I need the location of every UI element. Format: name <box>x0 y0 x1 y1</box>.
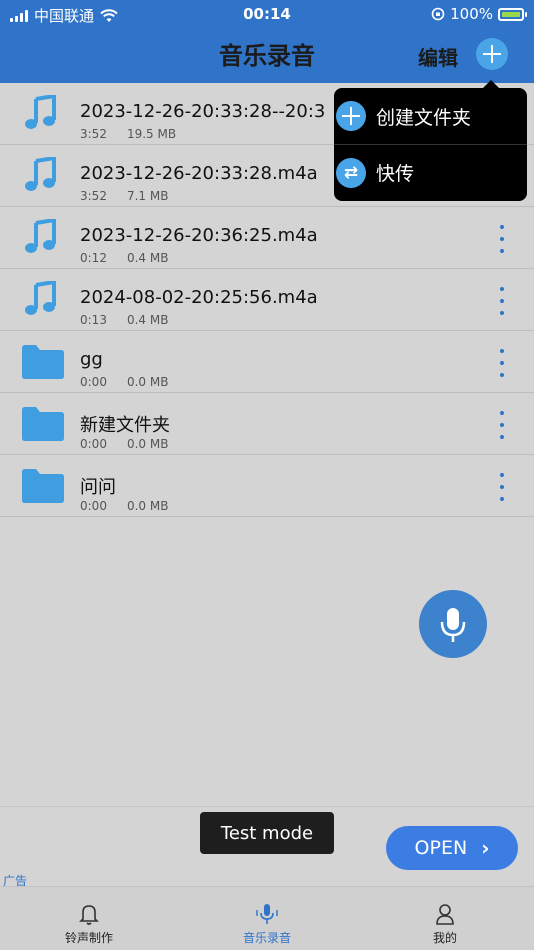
file-name: 2023-12-26-20:36:25.m4a <box>80 225 318 246</box>
music-note-icon <box>25 219 56 253</box>
add-popup-menu: 创建文件夹 ⇄ 快传 <box>334 80 527 201</box>
user-icon <box>436 904 454 925</box>
folder-row[interactable]: 新建文件夹 0:00 0.0 MB <box>0 393 534 455</box>
status-bar: 中国联通 00:14 100% <box>0 0 534 28</box>
more-options-icon[interactable] <box>494 223 510 255</box>
file-duration: 0:00 <box>80 375 107 389</box>
file-name: 2023-12-26-20:33:28.m4a <box>80 163 318 184</box>
file-size: 0.0 MB <box>126 375 169 389</box>
menu-item-label: 创建文件夹 <box>376 106 472 129</box>
folder-icon <box>22 469 64 503</box>
file-size: 0.0 MB <box>126 437 169 451</box>
microphone-icon <box>256 904 278 924</box>
folder-name: 新建文件夹 <box>80 415 170 436</box>
chevron-right-icon: › <box>481 836 490 860</box>
menu-item-label: 快传 <box>376 163 415 185</box>
file-name: 2023-12-26-20:33:28--20:3 <box>80 101 326 122</box>
tab-mine[interactable]: 我的 <box>356 887 534 950</box>
edit-button[interactable]: 编辑 <box>418 42 458 71</box>
folder-icon <box>22 345 64 379</box>
top-bar: 中国联通 00:14 100% 音乐录音 编辑 <box>0 0 534 83</box>
file-size: 0.4 MB <box>126 251 169 265</box>
file-duration: 0:00 <box>80 437 107 451</box>
file-size: 0.0 MB <box>126 499 169 513</box>
file-name: 2024-08-02-20:25:56.m4a <box>80 287 318 308</box>
quick-transfer-menu-item[interactable]: ⇄ 快传 <box>334 144 527 200</box>
folder-row[interactable]: gg 0:00 0.0 MB <box>0 331 534 393</box>
file-duration: 3:52 <box>80 189 107 203</box>
file-row[interactable]: 2023-12-26-20:36:25.m4a 0:12 0.4 MB <box>0 207 534 269</box>
file-size: 7.1 MB <box>126 189 169 203</box>
battery-icon <box>498 7 527 21</box>
tab-ringtone[interactable]: 铃声制作 <box>0 887 178 950</box>
folder-icon <box>22 407 64 441</box>
swap-icon: ⇄ <box>336 158 366 188</box>
ad-open-button[interactable]: OPEN › <box>386 826 518 870</box>
more-options-icon[interactable] <box>494 347 510 379</box>
microphone-icon <box>440 608 466 642</box>
open-button-label: OPEN <box>414 837 468 859</box>
file-duration: 0:13 <box>80 313 107 327</box>
folder-row[interactable]: 问问 0:00 0.0 MB <box>0 455 534 517</box>
test-mode-badge: Test mode <box>200 812 334 854</box>
more-options-icon[interactable] <box>494 409 510 441</box>
tab-label: 音乐录音 <box>242 931 291 945</box>
tab-music-recording[interactable]: 音乐录音 <box>178 887 356 950</box>
more-options-icon[interactable] <box>494 471 510 503</box>
add-button[interactable] <box>476 38 508 70</box>
more-options-icon[interactable] <box>494 285 510 317</box>
create-folder-menu-item[interactable]: 创建文件夹 <box>334 88 527 144</box>
tab-label: 铃声制作 <box>64 931 113 945</box>
file-size: 0.4 MB <box>126 313 169 327</box>
folder-name: 问问 <box>80 477 116 498</box>
battery-percent: 100% <box>450 5 493 23</box>
file-duration: 3:52 <box>80 127 107 141</box>
tab-label: 我的 <box>432 931 457 945</box>
add-circle-icon <box>336 101 366 131</box>
tab-bar: 铃声制作 音乐录音 我的 <box>0 886 534 950</box>
orientation-lock-icon <box>431 7 445 21</box>
music-note-icon <box>25 281 56 315</box>
record-microphone-button[interactable] <box>419 590 487 658</box>
file-size: 19.5 MB <box>126 127 177 141</box>
folder-name: gg <box>80 349 103 370</box>
music-note-icon <box>25 157 56 191</box>
file-duration: 0:00 <box>80 499 107 513</box>
bell-icon <box>79 905 99 925</box>
file-row[interactable]: 2024-08-02-20:25:56.m4a 0:13 0.4 MB <box>0 269 534 331</box>
music-note-icon <box>25 95 56 129</box>
file-duration: 0:12 <box>80 251 107 265</box>
